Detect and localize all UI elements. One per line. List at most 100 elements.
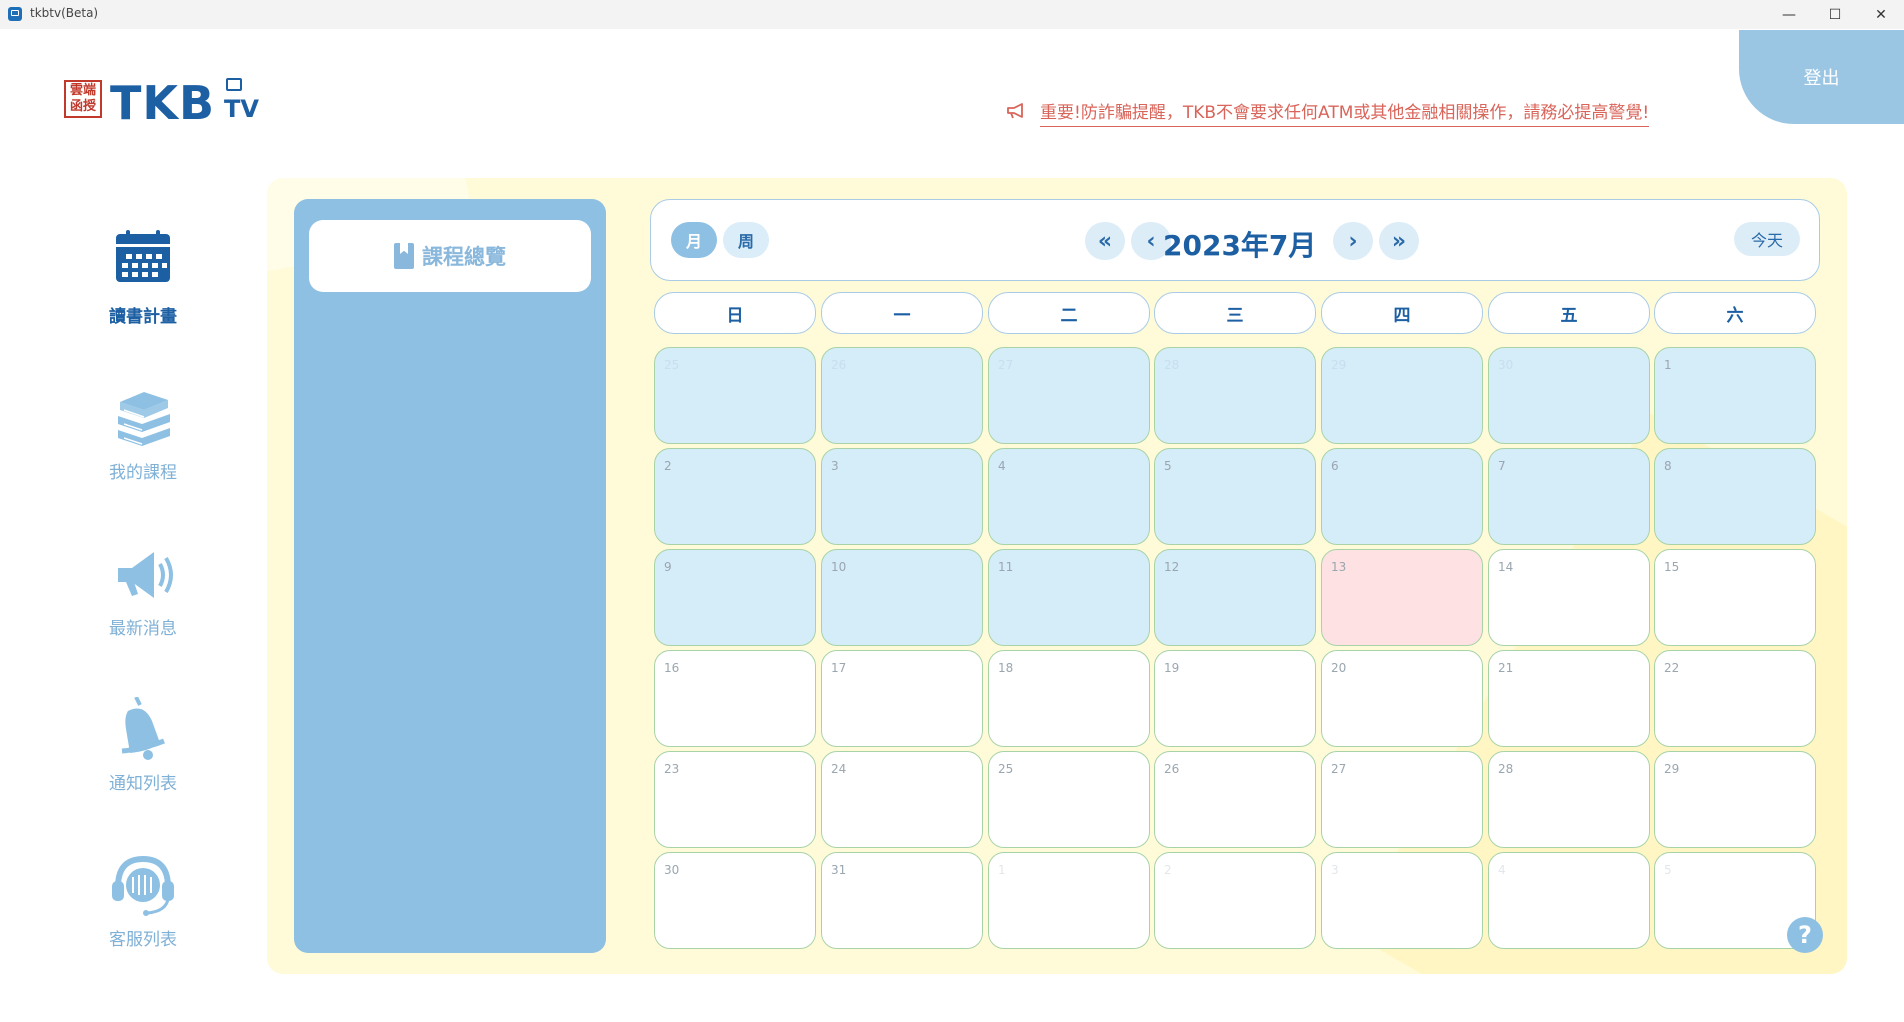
calendar-day[interactable]: 28 bbox=[1154, 347, 1316, 444]
weekday-tue: 二 bbox=[988, 292, 1150, 334]
calendar-day[interactable]: 27 bbox=[1321, 751, 1483, 848]
calendar-day[interactable]: 27 bbox=[988, 347, 1150, 444]
calendar-day[interactable]: 1 bbox=[988, 852, 1150, 949]
calendar-day[interactable]: 15 bbox=[1654, 549, 1816, 646]
notice-text[interactable]: 重要!防詐騙提醒，TKB不會要求任何ATM或其他金融相關操作，請務必提高警覺! bbox=[1040, 98, 1650, 127]
maximize-button[interactable]: ☐ bbox=[1812, 0, 1858, 29]
course-overview-button[interactable]: 課程總覽 bbox=[309, 220, 591, 292]
nav-label: 客服列表 bbox=[109, 930, 177, 950]
calendar-header: 月 周 « ‹ 2023年7月 › » 今天 bbox=[650, 199, 1820, 281]
nav-my-courses[interactable]: 我的課程 bbox=[90, 386, 196, 483]
calendar-day[interactable]: 4 bbox=[988, 448, 1150, 545]
week-view-button[interactable]: 周 bbox=[723, 222, 769, 258]
day-number: 8 bbox=[1664, 459, 1672, 473]
close-button[interactable]: ✕ bbox=[1858, 0, 1904, 29]
logout-button[interactable]: 登出 bbox=[1739, 30, 1904, 124]
day-number: 26 bbox=[1164, 762, 1180, 776]
day-number: 30 bbox=[1498, 358, 1514, 372]
calendar-day[interactable]: 11 bbox=[988, 549, 1150, 646]
calendar-day[interactable]: 26 bbox=[821, 347, 983, 444]
calendar-day[interactable]: 29 bbox=[1654, 751, 1816, 848]
nav-customer-service[interactable]: 客服列表 bbox=[90, 853, 196, 950]
tv-icon bbox=[226, 78, 242, 91]
day-number: 27 bbox=[1331, 762, 1347, 776]
day-number: 10 bbox=[831, 560, 847, 574]
calendar-day[interactable]: 30 bbox=[654, 852, 816, 949]
calendar-day[interactable]: 22 bbox=[1654, 650, 1816, 747]
nav-notifications[interactable]: 通知列表 bbox=[90, 696, 196, 794]
calendar-day[interactable]: 19 bbox=[1154, 650, 1316, 747]
day-number: 2 bbox=[1164, 863, 1172, 877]
calendar-day[interactable]: 3 bbox=[821, 448, 983, 545]
day-number: 2 bbox=[664, 459, 672, 473]
day-number: 29 bbox=[1331, 358, 1347, 372]
calendar-day[interactable]: 25 bbox=[654, 347, 816, 444]
minimize-button[interactable]: — bbox=[1766, 0, 1812, 29]
day-number: 4 bbox=[998, 459, 1006, 473]
day-number: 22 bbox=[1664, 661, 1680, 675]
bell-icon bbox=[121, 696, 165, 760]
day-number: 20 bbox=[1331, 661, 1347, 675]
calendar-day[interactable]: 8 bbox=[1654, 448, 1816, 545]
help-button[interactable]: ? bbox=[1787, 917, 1823, 953]
nav-study-plan[interactable]: 讀書計畫 bbox=[90, 230, 196, 327]
today-button[interactable]: 今天 bbox=[1734, 222, 1800, 256]
day-number: 31 bbox=[831, 863, 847, 877]
fraud-notice[interactable]: 重要!防詐騙提醒，TKB不會要求任何ATM或其他金融相關操作，請務必提高警覺! bbox=[1006, 96, 1722, 127]
prev-year-button[interactable]: « bbox=[1085, 222, 1125, 260]
calendar-day[interactable]: 5 bbox=[1154, 448, 1316, 545]
calendar-day[interactable]: 31 bbox=[821, 852, 983, 949]
calendar-day[interactable]: 18 bbox=[988, 650, 1150, 747]
day-number: 12 bbox=[1164, 560, 1180, 574]
window-titlebar: tkbtv(Beta) — ☐ ✕ bbox=[0, 0, 1904, 29]
next-year-button[interactable]: » bbox=[1379, 222, 1419, 260]
calendar-day[interactable]: 6 bbox=[1321, 448, 1483, 545]
logo-brand-suffix: TV bbox=[224, 95, 259, 123]
day-number: 16 bbox=[664, 661, 680, 675]
day-number: 28 bbox=[1498, 762, 1514, 776]
calendar-day[interactable]: 26 bbox=[1154, 751, 1316, 848]
calendar-day[interactable]: 20 bbox=[1321, 650, 1483, 747]
calendar-day[interactable]: 2 bbox=[654, 448, 816, 545]
calendar-day[interactable]: 14 bbox=[1488, 549, 1650, 646]
calendar-day[interactable]: 13 bbox=[1321, 549, 1483, 646]
calendar-day[interactable]: 9 bbox=[654, 549, 816, 646]
day-number: 28 bbox=[1164, 358, 1180, 372]
calendar-day[interactable]: 30 bbox=[1488, 347, 1650, 444]
calendar-day[interactable]: 25 bbox=[988, 751, 1150, 848]
calendar-day[interactable]: 10 bbox=[821, 549, 983, 646]
calendar-day[interactable]: 23 bbox=[654, 751, 816, 848]
calendar-day[interactable]: 2 bbox=[1154, 852, 1316, 949]
next-month-button[interactable]: › bbox=[1333, 222, 1373, 260]
window-title: tkbtv(Beta) bbox=[30, 6, 99, 20]
weekday-sat: 六 bbox=[1654, 292, 1816, 334]
calendar-day[interactable]: 29 bbox=[1321, 347, 1483, 444]
nav-latest-news[interactable]: 最新消息 bbox=[90, 542, 196, 639]
logo-seal: 雲端 函授 bbox=[64, 80, 102, 118]
calendar-day[interactable]: 21 bbox=[1488, 650, 1650, 747]
course-sidebar: 課程總覽 bbox=[294, 199, 606, 953]
day-number: 6 bbox=[1331, 459, 1339, 473]
calendar-day[interactable]: 12 bbox=[1154, 549, 1316, 646]
nav-label: 最新消息 bbox=[109, 619, 177, 639]
calendar-day[interactable]: 7 bbox=[1488, 448, 1650, 545]
day-number: 14 bbox=[1498, 560, 1514, 574]
day-number: 25 bbox=[664, 358, 680, 372]
calendar-day[interactable]: 4 bbox=[1488, 852, 1650, 949]
day-number: 24 bbox=[831, 762, 847, 776]
calendar-day[interactable]: 24 bbox=[821, 751, 983, 848]
course-overview-label: 課程總覽 bbox=[422, 245, 506, 269]
month-title: 2023年7月 bbox=[1163, 229, 1317, 262]
calendar-day[interactable]: 17 bbox=[821, 650, 983, 747]
weekday-mon: 一 bbox=[821, 292, 983, 334]
month-view-button[interactable]: 月 bbox=[671, 222, 717, 258]
day-number: 25 bbox=[998, 762, 1014, 776]
nav-label: 通知列表 bbox=[109, 774, 177, 794]
day-number: 11 bbox=[998, 560, 1014, 574]
calendar-day[interactable]: 28 bbox=[1488, 751, 1650, 848]
calendar-day[interactable]: 3 bbox=[1321, 852, 1483, 949]
day-number: 5 bbox=[1164, 459, 1172, 473]
calendar-day[interactable]: 1 bbox=[1654, 347, 1816, 444]
day-number: 13 bbox=[1331, 560, 1347, 574]
calendar-day[interactable]: 16 bbox=[654, 650, 816, 747]
